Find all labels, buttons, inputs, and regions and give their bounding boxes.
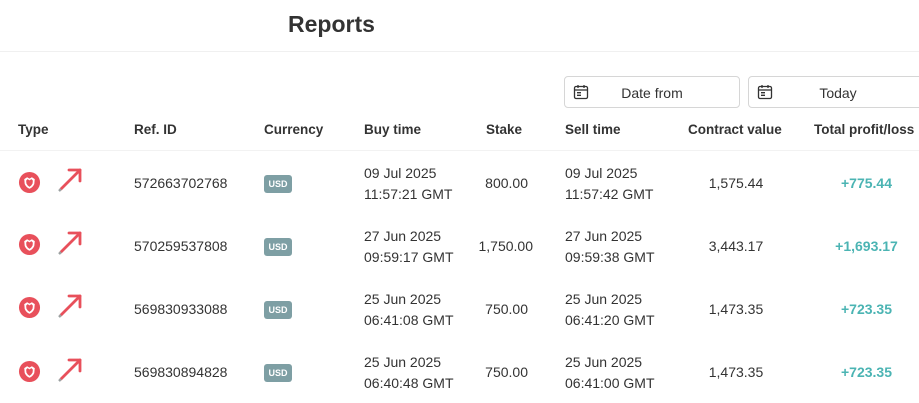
sell-time-text: 09:59:38 GMT (565, 249, 655, 265)
currency-badge: USD (264, 301, 292, 319)
currency-badge: USD (264, 175, 292, 193)
header-total-profit-loss: Total profit/loss (814, 122, 915, 137)
accumulator-shield-icon (18, 296, 41, 319)
page-title: Reports (288, 11, 375, 37)
accumulator-shield-icon (18, 233, 41, 256)
header-type: Type (18, 122, 49, 137)
buy-time-text: 06:40:48 GMT (364, 375, 454, 391)
sell-time: 25 Jun 2025 06:41:20 GMT (565, 289, 655, 331)
date-to-input[interactable]: Today (748, 76, 919, 108)
sell-date-text: 25 Jun 2025 (565, 354, 643, 370)
ref-id[interactable]: 570259537808 (134, 238, 227, 254)
header-currency: Currency (264, 122, 324, 137)
date-to-label: Today (819, 85, 857, 101)
table-row[interactable]: 570259537808 USD 27 Jun 2025 09:59:17 GM… (0, 215, 919, 278)
arrow-up-right-icon (58, 358, 82, 382)
header-sell-time: Sell time (565, 122, 621, 137)
buy-time-text: 06:41:08 GMT (364, 312, 454, 328)
ref-id[interactable]: 569830933088 (134, 301, 227, 317)
header-contract-value: Contract value (688, 122, 782, 137)
contract-value: 1,473.35 (708, 364, 764, 380)
header-divider (0, 150, 919, 151)
contract-value: 1,473.35 (708, 301, 764, 317)
contract-value: 1,575.44 (708, 175, 764, 191)
accumulator-shield-icon (18, 360, 41, 383)
page-header: Reports (0, 0, 919, 52)
sell-time-text: 06:41:20 GMT (565, 312, 655, 328)
sell-date-text: 25 Jun 2025 (565, 291, 643, 307)
stake: 1,750.00 (478, 238, 534, 254)
currency-badge: USD (264, 364, 292, 382)
currency-badge: USD (264, 238, 292, 256)
buy-time: 25 Jun 2025 06:41:08 GMT (364, 289, 454, 331)
arrow-up-right-icon (58, 294, 82, 318)
header-stake: Stake (486, 122, 523, 137)
date-from-label: Date from (621, 85, 683, 101)
accumulator-shield-icon (18, 171, 41, 194)
sell-time: 25 Jun 2025 06:41:00 GMT (565, 352, 655, 394)
buy-time-text: 09:59:17 GMT (364, 249, 454, 265)
date-from-input[interactable]: Date from (564, 76, 740, 108)
buy-date-text: 25 Jun 2025 (364, 354, 442, 370)
sell-date-text: 09 Jul 2025 (565, 165, 638, 181)
contract-value: 3,443.17 (708, 238, 764, 254)
ref-id[interactable]: 572663702768 (134, 175, 227, 191)
buy-time: 27 Jun 2025 09:59:17 GMT (364, 226, 454, 268)
buy-time-text: 11:57:21 GMT (364, 186, 453, 202)
sell-time-text: 06:41:00 GMT (565, 375, 655, 391)
stake: 750.00 (485, 364, 528, 380)
sell-time: 27 Jun 2025 09:59:38 GMT (565, 226, 655, 268)
arrow-up-right-icon (58, 231, 82, 255)
sell-time-text: 11:57:42 GMT (565, 186, 654, 202)
arrow-up-right-icon (58, 168, 82, 192)
profit-value: +775.44 (841, 175, 892, 191)
table-row[interactable]: 569830933088 USD 25 Jun 2025 06:41:08 GM… (0, 278, 919, 341)
stake: 750.00 (485, 301, 528, 317)
buy-date-text: 27 Jun 2025 (364, 228, 442, 244)
header-ref-id: Ref. ID (134, 122, 177, 137)
ref-id[interactable]: 569830894828 (134, 364, 227, 380)
sell-time: 09 Jul 2025 11:57:42 GMT (565, 163, 653, 205)
buy-time: 09 Jul 2025 11:57:21 GMT (364, 163, 452, 205)
header-buy-time: Buy time (364, 122, 422, 137)
profit-value: +723.35 (841, 364, 892, 380)
profit-value: +1,693.17 (835, 238, 898, 254)
table-row[interactable]: 569830894828 USD 25 Jun 2025 06:40:48 GM… (0, 341, 919, 403)
buy-date-text: 25 Jun 2025 (364, 291, 442, 307)
buy-date-text: 09 Jul 2025 (364, 165, 437, 181)
buy-time: 25 Jun 2025 06:40:48 GMT (364, 352, 454, 394)
sell-date-text: 27 Jun 2025 (565, 228, 643, 244)
stake: 800.00 (485, 175, 528, 191)
profit-value: +723.35 (841, 301, 892, 317)
table-row[interactable]: 572663702768 USD 09 Jul 2025 11:57:21 GM… (0, 152, 919, 215)
